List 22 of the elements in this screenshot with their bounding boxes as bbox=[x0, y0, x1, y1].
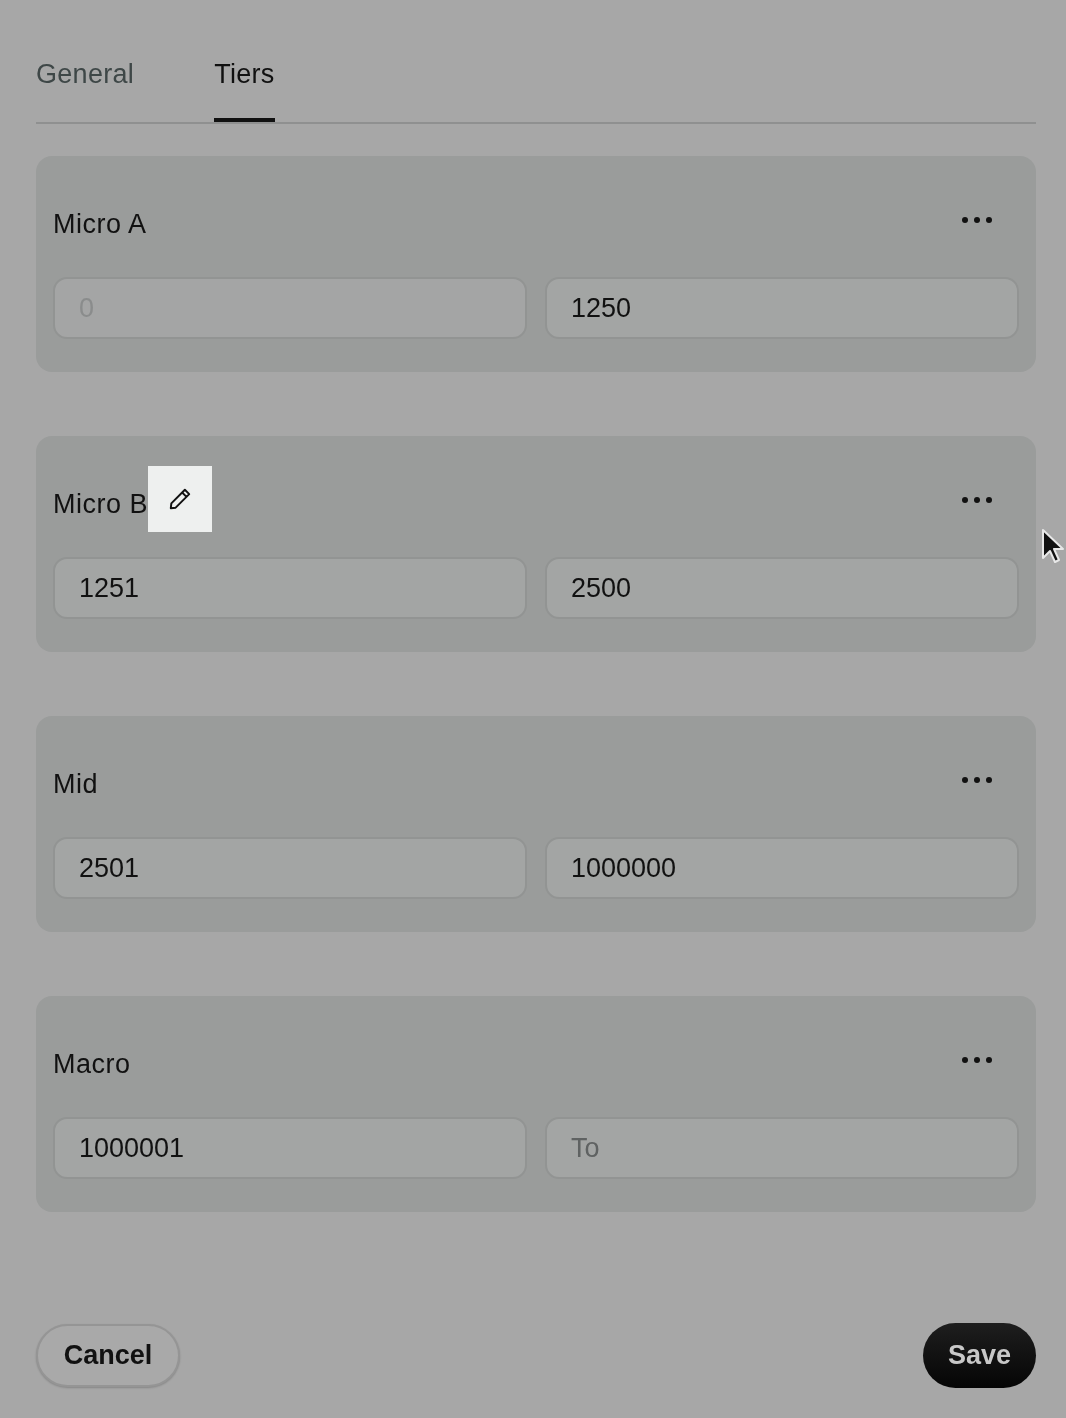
tier-name: Macro bbox=[53, 1048, 131, 1080]
number-field[interactable]: 1250 bbox=[545, 277, 1019, 339]
number-field[interactable]: 1000000 bbox=[545, 837, 1019, 899]
pencil-icon bbox=[167, 486, 193, 512]
cancel-button[interactable]: Cancel bbox=[36, 1324, 180, 1387]
tab[interactable]: General bbox=[36, 38, 135, 122]
tab[interactable]: Tiers bbox=[214, 38, 275, 122]
number-field[interactable]: 1000001 bbox=[53, 1117, 527, 1179]
tier-name: Mid bbox=[53, 768, 98, 800]
save-button[interactable]: Save bbox=[923, 1323, 1036, 1388]
edit-button[interactable] bbox=[148, 466, 212, 532]
number-field[interactable]: 2501 bbox=[53, 837, 527, 899]
tier-name: Micro A bbox=[53, 208, 147, 240]
cursor-icon bbox=[1041, 528, 1065, 566]
number-field[interactable]: To bbox=[545, 1117, 1019, 1179]
number-field[interactable]: 1251 bbox=[53, 557, 527, 619]
more-icon bbox=[962, 217, 992, 223]
number-field[interactable]: 2500 bbox=[545, 557, 1019, 619]
more-icon bbox=[962, 777, 992, 783]
more-icon bbox=[962, 497, 992, 503]
tier-name: Micro B bbox=[53, 488, 148, 520]
more-icon bbox=[962, 1057, 992, 1063]
